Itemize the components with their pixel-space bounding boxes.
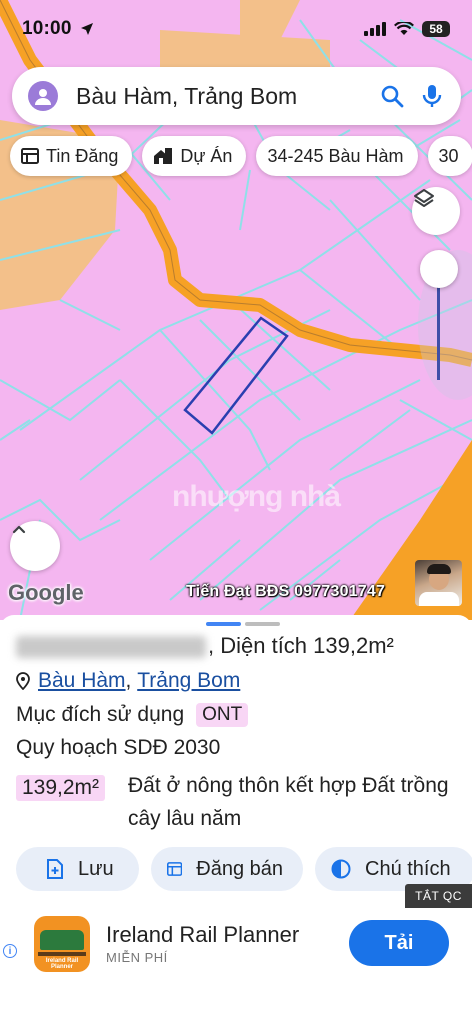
land-use-description: Đất ở nông thôn kết hợp Đất trồng cây lâ… (128, 774, 449, 830)
chip-label: 30 (438, 145, 459, 166)
contrast-icon (331, 859, 351, 879)
install-button[interactable]: Tải (349, 920, 449, 966)
sheet-handle[interactable] (206, 622, 280, 626)
action-buttons: Lưu Đăng bán Chú thích (16, 847, 472, 891)
google-logo: Google (8, 580, 84, 605)
agent-watermark: Tiến Đạt BĐS 0977301747 (186, 583, 386, 600)
district-link[interactable]: Trảng Bom (137, 669, 240, 693)
search-bar[interactable]: Bàu Hàm, Trảng Bom (12, 67, 461, 125)
redacted-text (16, 636, 206, 659)
land-purpose-row: Mục đích sử dụng ONT (16, 703, 249, 727)
location-pin-icon (16, 672, 30, 690)
clock: 10:00 (22, 18, 72, 39)
ad-info-icon[interactable]: i (3, 944, 17, 958)
legend-label: Chú thích (365, 857, 451, 880)
parcel-info-sheet: , Diện tích 139,2m² Bàu Hàm, Trảng Bom M… (0, 615, 472, 905)
plan-label: Quy hoạch SDĐ 2030 (16, 736, 221, 759)
app-icon: Ireland Rail Planner (34, 916, 90, 972)
add-file-icon (47, 859, 63, 879)
filter-chips: Tin Đăng Dự Án 34-245 Bàu Hàm 30 (10, 136, 472, 176)
project-icon (154, 148, 173, 164)
save-label: Lưu (78, 857, 114, 880)
location-arrow-icon (80, 23, 93, 35)
chip-projects[interactable]: Dự Án (142, 136, 247, 176)
post-listing-button[interactable]: Đăng bán (151, 847, 303, 891)
agent-photo (415, 560, 462, 606)
search-input[interactable]: Bàu Hàm, Trảng Bom (76, 83, 365, 110)
parcel-area-title: , Diện tích 139,2m² (208, 633, 394, 658)
parcel-title: , Diện tích 139,2m² (16, 633, 394, 659)
opacity-slider-knob[interactable] (420, 250, 458, 288)
avatar[interactable] (28, 81, 58, 111)
listing-icon (21, 148, 39, 164)
ad-app-name: Ireland Rail Planner (106, 922, 300, 947)
center-watermark: nhượng nhà (172, 480, 341, 513)
microphone-icon[interactable] (419, 83, 445, 109)
purpose-code-badge: ONT (196, 703, 249, 727)
status-bar: 10:00 58 (0, 0, 472, 58)
chip-more[interactable]: 30 (427, 136, 472, 176)
layers-icon (414, 189, 434, 207)
wifi-icon (394, 22, 414, 35)
layers-button[interactable] (412, 187, 460, 235)
post-label: Đăng bán (196, 857, 283, 880)
save-button[interactable]: Lưu (16, 847, 139, 891)
chip-label: Tin Đăng (46, 145, 119, 166)
search-icon[interactable] (379, 83, 405, 109)
listing-icon (167, 862, 183, 876)
chip-listings[interactable]: Tin Đăng (10, 136, 133, 176)
close-ad-button[interactable]: TẮT QC (405, 884, 472, 908)
chevron-up-icon (12, 525, 26, 534)
chip-label: Dự Án (180, 145, 233, 166)
signal-icon (364, 22, 386, 36)
parcel-address: Bàu Hàm, Trảng Bom (16, 669, 240, 693)
commune-link[interactable]: Bàu Hàm (38, 669, 126, 693)
app-icon-label: Ireland Rail Planner (45, 958, 79, 970)
area-badge: 139,2m² (16, 775, 106, 801)
battery-indicator: 58 (422, 21, 450, 37)
ad-price: MIỄN PHÍ (106, 950, 168, 965)
chip-label: 34-245 Bàu Hàm (267, 145, 404, 166)
chip-parcel-id[interactable]: 34-245 Bàu Hàm (256, 136, 418, 176)
expand-sheet-button[interactable] (10, 521, 60, 571)
purpose-label: Mục đích sử dụng (16, 703, 185, 726)
user-icon (35, 89, 51, 105)
ad-banner[interactable]: i Ireland Rail Planner Ireland Rail Plan… (0, 908, 472, 1024)
